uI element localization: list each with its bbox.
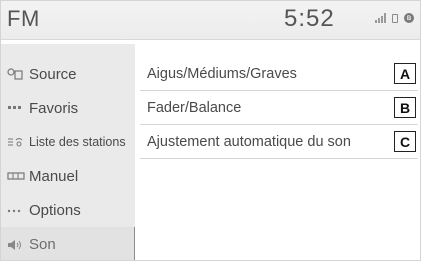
sidebar-item-label: Son [29, 236, 56, 253]
clock: 5:52 [284, 5, 335, 32]
sidebar-item-label: Manuel [29, 167, 79, 185]
row-auto-sound-adjust[interactable]: Ajustement automatique du son ∨ C [140, 125, 418, 159]
callout-marker: C [394, 131, 416, 152]
row-fader-balance[interactable]: Fader/Balance B [140, 91, 418, 125]
bluetooth-icon: ʙ [404, 13, 414, 23]
source-title: FM [7, 6, 40, 31]
sidebar-item-label: Liste des stations [29, 135, 126, 149]
sidebar-item-son[interactable]: Son [1, 227, 135, 260]
options-icon [7, 205, 27, 215]
sidebar-item-source[interactable]: Source [1, 57, 135, 91]
station-list-icon [7, 136, 27, 148]
audio-settings-screen: FM 5:52 ʙ Source Favoris Liste des stati… [0, 0, 421, 261]
callout-marker: A [394, 63, 416, 84]
sidebar-item-manuel[interactable]: Manuel [1, 159, 135, 193]
sidebar-item-label: Options [29, 201, 81, 219]
manual-tuning-icon [7, 171, 27, 181]
source-icon [7, 68, 27, 80]
row-label: Aigus/Médiums/Graves [147, 65, 297, 82]
row-treble-mid-bass[interactable]: Aigus/Médiums/Graves ∨ A [140, 57, 418, 91]
status-icons: ʙ [375, 13, 414, 23]
sidebar-item-label: Source [29, 65, 77, 83]
signal-icon [375, 13, 386, 23]
callout-marker: B [394, 97, 416, 118]
sidebar-item-favoris[interactable]: Favoris [1, 91, 135, 125]
row-label: Ajustement automatique du son [147, 133, 351, 150]
sidebar-item-label: Favoris [29, 99, 79, 117]
header-bar: FM 5:52 ʙ [1, 1, 420, 40]
favorites-icon [7, 103, 27, 113]
sidebar-item-options[interactable]: Options [1, 193, 135, 227]
battery-icon [392, 13, 398, 23]
sound-icon [7, 239, 27, 251]
sidebar-menu: Source Favoris Liste des stations Manuel… [1, 44, 135, 260]
sidebar-item-station-list[interactable]: Liste des stations [1, 125, 135, 159]
row-label: Fader/Balance [147, 99, 242, 116]
